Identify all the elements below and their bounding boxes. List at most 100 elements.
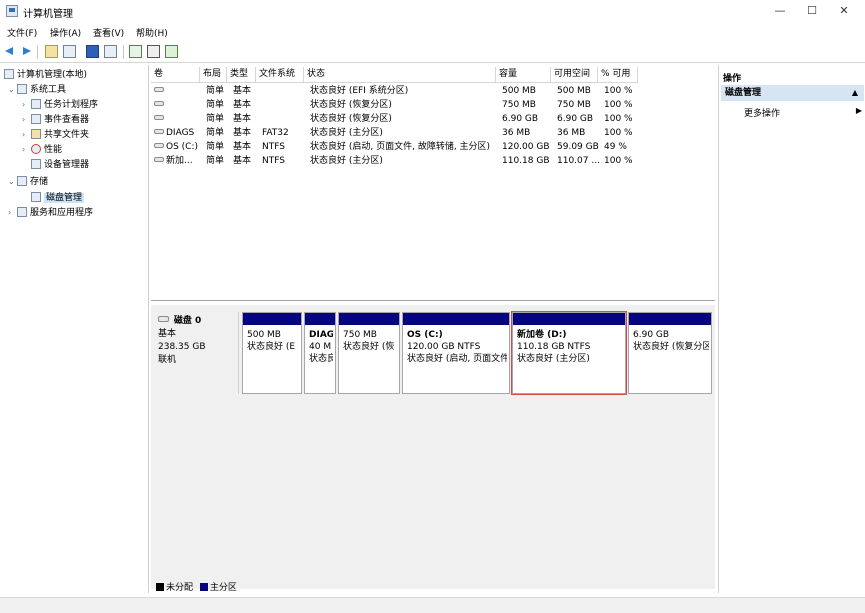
export-icon[interactable] (165, 45, 178, 58)
type-cell: 基本 (233, 114, 252, 124)
status-cell: 状态良好 (EFI 系统分区) (310, 86, 409, 96)
chevron-right-icon[interactable]: › (8, 206, 17, 220)
type-cell: 基本 (233, 86, 252, 96)
type-cell: 基本 (233, 156, 252, 166)
partition-efi[interactable]: 500 MB 状态良好 (E (242, 312, 302, 394)
capacity-cell: 120.00 GB (502, 142, 550, 152)
chevron-right-icon[interactable]: › (22, 113, 31, 127)
tree-item-computer-management[interactable]: 计算机管理(本地) (4, 68, 87, 82)
disk-status: 联机 (158, 355, 177, 365)
layout-cell: 简单 (206, 142, 225, 152)
type-cell: 基本 (233, 142, 252, 152)
tree-item-disk-management[interactable]: 磁盘管理 (31, 191, 85, 205)
column-header-type[interactable]: 类型 (227, 67, 256, 83)
column-header-status[interactable]: 状态 (304, 67, 496, 83)
back-icon[interactable] (4, 45, 17, 58)
computer-management-icon (6, 5, 18, 17)
volume-icon (154, 101, 164, 106)
tree-item-storage[interactable]: ⌄ 存储 (8, 175, 48, 189)
menu-help[interactable]: 帮助(H) (136, 26, 168, 39)
column-header-capacity[interactable]: 容量 (496, 67, 551, 83)
console-tree: 计算机管理(本地) ⌄ 系统工具 › 任务计划程序 › 事件查看器 › 共享文件夹 › 性… (0, 65, 149, 593)
tree-item-performance[interactable]: › 性能 (22, 143, 62, 157)
partition-size: 120.00 GB NTFS (407, 342, 481, 352)
column-header-volume[interactable]: 卷 (151, 67, 200, 83)
tree-item-system-tools[interactable]: ⌄ 系统工具 (8, 83, 66, 97)
capacity-cell: 750 MB (502, 100, 536, 110)
volume-icon (154, 87, 164, 92)
menu-view[interactable]: 查看(V) (93, 26, 124, 39)
chevron-right-icon[interactable]: › (22, 98, 31, 112)
partition-size: 500 MB (247, 330, 281, 340)
performance-icon (31, 144, 41, 154)
tree-item-task-scheduler[interactable]: › 任务计划程序 (22, 98, 98, 112)
percent-free-cell: 100 % (604, 128, 633, 138)
submenu-arrow-icon: ▶ (855, 106, 862, 115)
column-header-free-space[interactable]: 可用空间 (551, 67, 598, 83)
volume-cell: 新加... (151, 154, 200, 168)
chevron-down-icon[interactable]: ⌄ (8, 175, 17, 189)
event-log-icon (31, 114, 41, 124)
filesystem-cell (259, 98, 304, 112)
storage-icon (17, 176, 27, 186)
console-tree-icon[interactable] (63, 45, 76, 58)
column-header-layout[interactable]: 布局 (200, 67, 227, 83)
volume-list: 卷 布局 类型 文件系统 状态 容量 可用空间 % 可用 简单 基本 状态良好 … (151, 67, 715, 301)
disk-icon (31, 192, 41, 202)
collapse-up-icon[interactable]: ▲ (852, 85, 858, 101)
tree-item-shared-folders[interactable]: › 共享文件夹 (22, 128, 89, 142)
refresh-icon[interactable] (129, 45, 142, 58)
free-space-cell: 59.09 GB (557, 142, 599, 152)
chevron-right-icon[interactable]: › (22, 128, 31, 142)
filesystem-cell (259, 112, 304, 126)
percent-free-cell: 100 % (604, 86, 633, 96)
tree-item-device-manager[interactable]: 设备管理器 (31, 158, 89, 172)
primary-partition-bar (339, 313, 399, 325)
free-space-cell: 750 MB (557, 100, 591, 110)
help-icon[interactable] (86, 45, 99, 58)
tree-item-services-applications[interactable]: › 服务和应用程序 (8, 206, 93, 220)
percent-free-cell: 49 % (604, 142, 627, 152)
volume-cell (151, 112, 200, 126)
unallocated-swatch (156, 583, 164, 591)
partition-os-c[interactable]: OS (C:) 120.00 GB NTFS 状态良好 (启动, 页面文件 (402, 312, 510, 394)
capacity-cell: 6.90 GB (502, 114, 539, 124)
close-button[interactable]: ✕ (832, 4, 856, 20)
partition-new-volume-d[interactable]: 新加卷 (D:) 110.18 GB NTFS 状态良好 (主分区) (511, 311, 627, 395)
partition-recovery-1[interactable]: 750 MB 状态良好 (恢 (338, 312, 400, 394)
partition-diags[interactable]: DIAG 40 M 状态良 (304, 312, 336, 394)
column-header-filesystem[interactable]: 文件系统 (256, 67, 304, 83)
primary-partition-bar (305, 313, 335, 325)
actions-section-disk-management[interactable]: 磁盘管理 ▲ (721, 85, 864, 101)
forward-icon[interactable] (20, 45, 33, 58)
status-cell: 状态良好 (主分区) (310, 156, 383, 166)
legend-unallocated: 未分配 (166, 583, 194, 593)
partition-size: 110.18 GB NTFS (517, 342, 591, 352)
tree-item-event-viewer[interactable]: › 事件查看器 (22, 113, 89, 127)
type-cell: 基本 (233, 128, 252, 138)
maximize-button[interactable]: ☐ (800, 4, 824, 20)
menu-file[interactable]: 文件(F) (7, 26, 37, 39)
partition-recovery-2[interactable]: 6.90 GB 状态良好 (恢复分区 (628, 312, 712, 394)
chevron-right-icon[interactable]: › (22, 143, 31, 157)
column-header-percent-free[interactable]: % 可用 (598, 67, 638, 83)
computer-icon (4, 69, 14, 79)
up-folder-icon[interactable] (45, 45, 58, 58)
minimize-button[interactable]: — (768, 4, 792, 20)
properties-icon[interactable] (147, 45, 160, 58)
status-cell: 状态良好 (启动, 页面文件, 故障转储, 主分区) (310, 142, 491, 152)
type-cell: 基本 (233, 100, 252, 110)
disk-0-info[interactable]: 磁盘 0 基本 238.35 GB 联机 (151, 312, 239, 394)
menu-bar: 文件(F) 操作(A) 查看(V) 帮助(H) (0, 24, 865, 41)
menu-action[interactable]: 操作(A) (50, 26, 81, 39)
chevron-down-icon[interactable]: ⌄ (8, 83, 17, 97)
free-space-cell: 36 MB (557, 128, 586, 138)
tools-icon (17, 84, 27, 94)
capacity-cell: 110.18 GB (502, 156, 550, 166)
volume-cell (151, 84, 200, 98)
list-view-icon[interactable] (104, 45, 117, 58)
more-actions-item[interactable]: 更多操作 ▶ (744, 106, 862, 119)
services-icon (17, 207, 27, 217)
actions-pane: 操作 磁盘管理 ▲ 更多操作 ▶ (718, 65, 865, 593)
disk-type: 基本 (158, 329, 177, 339)
